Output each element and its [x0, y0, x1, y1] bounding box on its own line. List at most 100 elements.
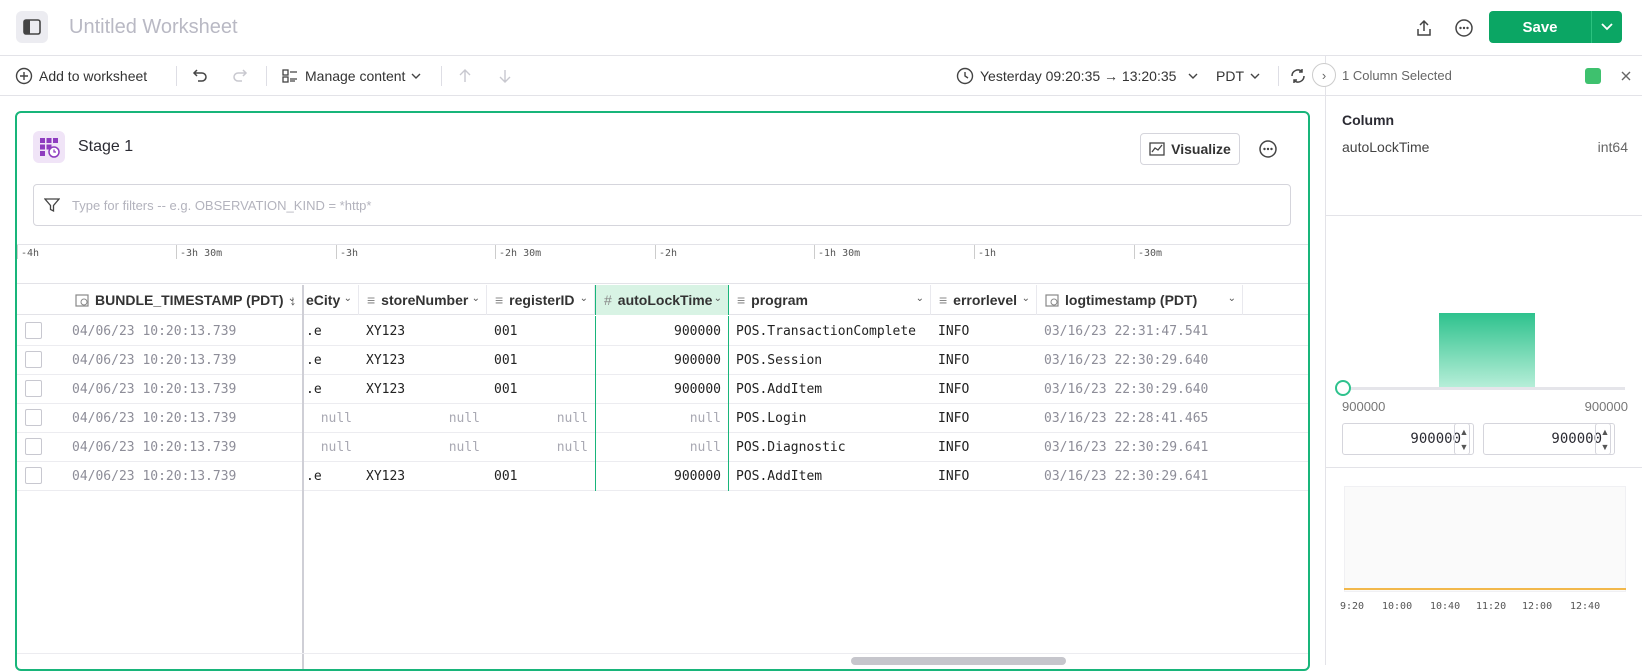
table-cell[interactable]: .e — [304, 461, 359, 491]
timeline-ruler[interactable]: -4h -3h 30m -3h -2h 30m -2h -1h 30m -1h … — [17, 244, 1308, 284]
table-cell[interactable]: 001 — [487, 374, 595, 404]
column-header-ecity[interactable]: eCity ⌄ — [304, 285, 359, 315]
table-cell[interactable]: null — [595, 432, 729, 462]
min-value-stepper[interactable]: ▲ ▼ — [1454, 423, 1474, 455]
table-cell[interactable]: 03/16/23 22:28:41.465 — [1037, 403, 1243, 433]
table-cell[interactable]: 001 — [487, 345, 595, 375]
more-options-icon[interactable] — [1450, 14, 1478, 42]
table-cell[interactable]: 04/06/23 10:20:13.739 — [65, 432, 303, 462]
table-cell[interactable]: XY123 — [359, 316, 487, 346]
chevron-down-icon[interactable]: ⌄ — [344, 293, 352, 304]
chevron-down-icon[interactable]: ⌄ — [714, 293, 722, 304]
table-cell[interactable]: 04/06/23 10:20:13.739 — [65, 403, 303, 433]
table-cell[interactable]: 900000 — [595, 316, 729, 346]
table-cell[interactable]: POS.AddItem — [729, 374, 931, 404]
panel-collapse-chevron-icon[interactable]: › — [1312, 63, 1336, 87]
range-slider-track[interactable] — [1342, 387, 1625, 390]
scrollbar-thumb[interactable] — [851, 657, 1066, 665]
chevron-down-icon[interactable]: ⌄ — [288, 293, 296, 304]
row-checkbox[interactable] — [25, 467, 42, 484]
refresh-icon[interactable] — [1289, 56, 1307, 96]
row-checkbox[interactable] — [25, 322, 42, 339]
row-checkbox[interactable] — [25, 380, 42, 397]
column-header-logtimestamp[interactable]: logtimestamp (PDT) ⌄ — [1037, 285, 1243, 315]
min-value-input[interactable]: 900000 — [1342, 423, 1470, 455]
row-checkbox[interactable] — [25, 351, 42, 368]
table-cell[interactable]: 04/06/23 10:20:13.739 — [65, 345, 303, 375]
table-cell[interactable]: 03/16/23 22:30:29.641 — [1037, 432, 1243, 462]
stage-more-icon[interactable] — [1256, 137, 1280, 161]
chevron-down-icon[interactable]: ⌄ — [1022, 293, 1030, 304]
undo-icon[interactable] — [191, 56, 209, 96]
column-header-program[interactable]: ≡ program ⌄ — [729, 285, 931, 315]
table-row[interactable]: 04/06/23 10:20:13.739 .e XY123 001 900000 POS… — [17, 374, 1308, 404]
table-cell[interactable]: null — [304, 403, 359, 433]
range-slider-handle[interactable] — [1335, 380, 1351, 396]
table-cell[interactable]: null — [304, 432, 359, 462]
column-header-register-id[interactable]: ≡ registerID ⌄ — [487, 285, 595, 315]
chevron-down-icon[interactable]: ⌄ — [472, 293, 480, 304]
table-cell[interactable]: 04/06/23 10:20:13.739 — [65, 316, 303, 346]
share-icon[interactable] — [1410, 14, 1438, 42]
table-cell[interactable]: 03/16/23 22:30:29.640 — [1037, 345, 1243, 375]
time-range-picker[interactable]: Yesterday 09:20:35 → 13:20:35 — [956, 56, 1198, 96]
save-menu-chevron-icon[interactable] — [1591, 11, 1622, 43]
table-cell[interactable]: 04/06/23 10:20:13.739 — [65, 374, 303, 404]
table-row[interactable]: 04/06/23 10:20:13.739 .e XY123 001 900000 POS… — [17, 316, 1308, 346]
column-color-swatch[interactable] — [1585, 68, 1601, 84]
chevron-down-icon[interactable]: ⌄ — [916, 293, 924, 304]
chevron-down-icon[interactable]: ⌄ — [1228, 293, 1236, 304]
table-cell[interactable]: 04/06/23 10:20:13.739 — [65, 461, 303, 491]
table-cell[interactable]: XY123 — [359, 374, 487, 404]
table-cell[interactable]: POS.AddItem — [729, 461, 931, 491]
table-cell[interactable]: INFO — [931, 403, 1037, 433]
table-cell[interactable]: POS.TransactionComplete — [729, 316, 931, 346]
table-cell[interactable]: POS.Session — [729, 345, 931, 375]
table-cell[interactable]: 900000 — [595, 345, 729, 375]
sidebar-toggle-icon[interactable] — [16, 11, 48, 43]
redo-icon[interactable] — [231, 56, 249, 96]
table-row[interactable]: 04/06/23 10:20:13.739 .e XY123 001 900000 POS… — [17, 345, 1308, 375]
table-cell[interactable]: INFO — [931, 461, 1037, 491]
table-cell[interactable]: 03/16/23 22:30:29.640 — [1037, 374, 1243, 404]
table-cell[interactable]: null — [595, 403, 729, 433]
table-cell[interactable]: INFO — [931, 432, 1037, 462]
table-cell[interactable]: null — [359, 403, 487, 433]
column-header-store-number[interactable]: ≡ storeNumber ⌄ — [359, 285, 487, 315]
chevron-down-icon[interactable]: ⌄ — [580, 293, 588, 304]
move-down-icon[interactable] — [497, 56, 513, 96]
table-cell[interactable]: 900000 — [595, 374, 729, 404]
save-button[interactable]: Save — [1489, 11, 1591, 43]
table-row[interactable]: 04/06/23 10:20:13.739 null null null null POS… — [17, 403, 1308, 433]
column-header-bundle-timestamp[interactable]: BUNDLE_TIMESTAMP (PDT) ↓ ⌄ — [65, 285, 303, 315]
table-cell[interactable]: 001 — [487, 461, 595, 491]
add-to-worksheet-button[interactable]: Add to worksheet — [15, 56, 147, 96]
table-row[interactable]: 04/06/23 10:20:13.739 .e XY123 001 900000 POS… — [17, 461, 1308, 491]
max-value-stepper[interactable]: ▲ ▼ — [1595, 423, 1615, 455]
table-cell[interactable]: null — [487, 432, 595, 462]
close-icon[interactable] — [1616, 66, 1636, 86]
table-cell[interactable]: POS.Login — [729, 403, 931, 433]
table-cell[interactable]: 03/16/23 22:30:29.641 — [1037, 461, 1243, 491]
visualize-button[interactable]: Visualize — [1140, 133, 1240, 165]
column-header-auto-lock-time[interactable]: # autoLockTime ⌄ — [595, 285, 729, 315]
stage-title[interactable]: Stage 1 — [78, 138, 133, 156]
table-cell[interactable]: XY123 — [359, 345, 487, 375]
table-cell[interactable]: INFO — [931, 345, 1037, 375]
frozen-column-divider[interactable] — [302, 285, 304, 669]
table-cell[interactable]: INFO — [931, 374, 1037, 404]
filter-input[interactable]: Type for filters -- e.g. OBSERVATION_KIN… — [33, 184, 1291, 226]
table-row[interactable]: 04/06/23 10:20:13.739 null null null null POS… — [17, 432, 1308, 462]
row-checkbox[interactable] — [25, 438, 42, 455]
table-cell[interactable]: .e — [304, 374, 359, 404]
table-cell[interactable]: 900000 — [595, 461, 729, 491]
row-checkbox[interactable] — [25, 409, 42, 426]
max-value-input[interactable]: 900000 — [1483, 423, 1611, 455]
table-cell[interactable]: XY123 — [359, 461, 487, 491]
move-up-icon[interactable] — [457, 56, 473, 96]
table-cell[interactable]: POS.Diagnostic — [729, 432, 931, 462]
manage-content-button[interactable]: Manage content — [281, 56, 421, 96]
table-cell[interactable]: 03/16/23 22:31:47.541 — [1037, 316, 1243, 346]
column-header-errorlevel[interactable]: ≡ errorlevel ⌄ — [931, 285, 1037, 315]
table-cell[interactable]: null — [487, 403, 595, 433]
